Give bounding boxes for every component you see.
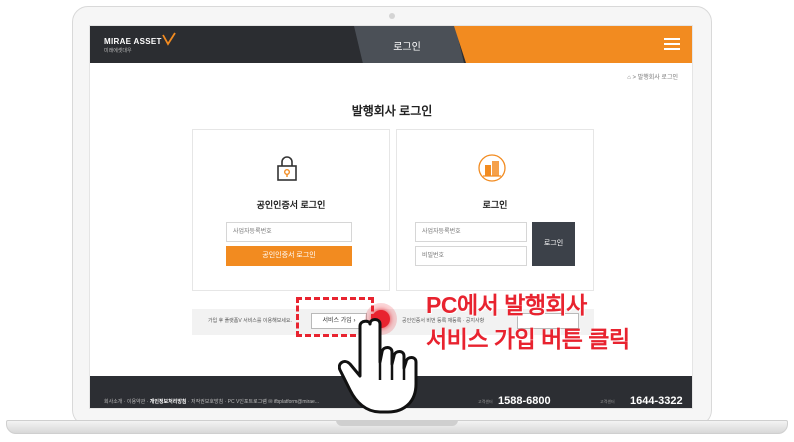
hamburger-icon[interactable] (664, 38, 680, 51)
cert-login-button[interactable]: 공인인증서 로그인 (226, 246, 352, 266)
nav-tab-label: 로그인 (393, 42, 421, 53)
annotation-line-2: 서비스 가입 버튼 클릭 (426, 326, 630, 352)
lock-icon (277, 156, 297, 181)
breadcrumb-current: 발행회사 로그인 (637, 75, 678, 81)
annotation-line-1: PC에서 발행회사 (426, 292, 587, 318)
phone-label-1: 고객센터 (478, 399, 493, 404)
login-button[interactable]: 로그인 (532, 222, 575, 266)
breadcrumb: ⌂ > 발행회사 로그인 (627, 72, 678, 81)
footer-link-about[interactable]: 회사소개 (104, 399, 122, 405)
camera-dot (389, 13, 395, 19)
id-business-number-input[interactable] (415, 222, 527, 242)
cert-login-title: 공인인증서 로그인 (256, 200, 326, 210)
footer-links: 회사소개 · 이용약관 · 개인정보처리방침 · 저작권보호방침 · PC V인… (104, 399, 319, 405)
footer-link-pc-program[interactable]: PC V인포트로그램 (228, 399, 267, 405)
site-header: MIRAE ASSET 미래에셋대우 로그인 (90, 26, 692, 63)
pointing-hand-icon (338, 318, 418, 414)
footer-link-copyright[interactable]: 저작권보호방침 (191, 399, 223, 405)
footer-link-terms[interactable]: 이용약관 (127, 399, 145, 405)
footer-email[interactable]: ifbplatform@mirae... (274, 399, 319, 405)
building-icon (478, 154, 506, 182)
breadcrumb-sep: > (632, 75, 637, 81)
id-login-title: 로그인 (482, 200, 508, 210)
cert-business-number-input[interactable] (226, 222, 352, 242)
header-accent-band (454, 26, 692, 63)
logo-v-mark-icon (162, 32, 176, 46)
mirae-asset-logo[interactable]: MIRAE ASSET 미래에셋대우 (104, 37, 162, 54)
logo-subtext: 미래에셋대우 (104, 48, 132, 54)
page-title: 발행회사 로그인 (351, 104, 433, 118)
logo-text: MIRAE ASSET (104, 37, 162, 46)
home-icon[interactable]: ⌂ (627, 75, 631, 81)
phone-label-2: 고객센터 (600, 399, 615, 404)
footer-link-privacy[interactable]: 개인정보처리방침 (150, 399, 187, 405)
laptop-notch (336, 420, 458, 426)
footer-phone-1: 1588-6800 (498, 395, 551, 407)
password-input[interactable] (415, 246, 527, 266)
join-description: 가입 후 플랫폼V 서비스를 이용해보세요. (208, 318, 292, 324)
footer-phone-2: 1644-3322 (630, 395, 683, 407)
